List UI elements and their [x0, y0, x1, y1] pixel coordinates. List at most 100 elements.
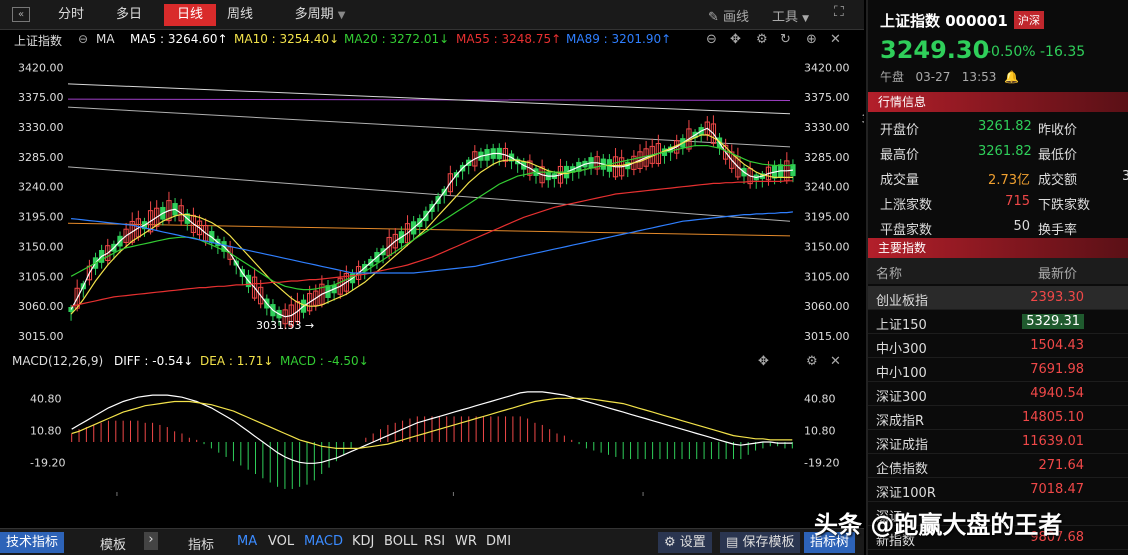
- gear-icon: ⚙: [664, 535, 676, 550]
- kline-chart-area: 上证指数 ⊖ MA MA5 : 3264.60↑ MA10 : 3254.40↓…: [0, 30, 864, 553]
- macd-y-tick-left: 10.80: [30, 424, 62, 437]
- template-button[interactable]: 模板: [100, 534, 126, 553]
- change-percent: -0.50%: [986, 44, 1036, 60]
- index-price: 14805.10: [1021, 410, 1084, 425]
- index-name: 创业板指: [876, 294, 929, 309]
- move-icon[interactable]: ✥: [758, 354, 769, 369]
- major-index-table-header: 名称 最新价: [868, 258, 1128, 284]
- index-row[interactable]: 企债指数 271.64: [868, 454, 1128, 478]
- tab-multi-period[interactable]: 多周期 ▼: [282, 4, 358, 26]
- fullscreen-icon[interactable]: ⛶: [834, 4, 844, 20]
- indicator-wr[interactable]: WR: [455, 534, 477, 549]
- market-info-label-2: 成交额: [1038, 173, 1078, 188]
- col-price: 最新价: [1038, 267, 1078, 282]
- indicator-label: 指标: [188, 538, 215, 553]
- market-info-row: 平盘家数 50 换手率: [868, 214, 1128, 239]
- annotation-label: 3342.86 →: [862, 112, 864, 125]
- macd-name: MACD(12,26,9): [12, 354, 104, 368]
- ma10-legend: MA10 : 3254.40↓: [234, 32, 340, 46]
- market-info-value: 3261.82: [978, 119, 1032, 134]
- index-price: 2393.30: [1030, 290, 1084, 305]
- legend-toggle-icon[interactable]: ⊖: [78, 32, 88, 46]
- annotation-label: 3031.53 →: [256, 319, 314, 332]
- tab-multi-day[interactable]: 多日: [104, 4, 154, 26]
- collapse-icon[interactable]: «: [12, 7, 30, 22]
- minus-circle-icon[interactable]: ⊖: [706, 32, 717, 47]
- indicator-ma[interactable]: MA: [237, 534, 257, 549]
- y-tick-label-right: 3105.00: [804, 270, 850, 283]
- bottom-toolbar: 技术指标 模板 › 指标 MA VOL MACD KDJ BOLL RSI WR…: [0, 528, 864, 555]
- indicator-dmi[interactable]: DMI: [486, 534, 511, 549]
- index-row[interactable]: 深成指R 14805.10: [868, 406, 1128, 430]
- gear-icon[interactable]: ⚙: [806, 354, 818, 369]
- y-tick-label-left: 3420.00: [18, 61, 64, 74]
- series-line-ma55: [70, 180, 793, 307]
- macd-y-tick-left: -19.20: [30, 456, 65, 469]
- market-info-label: 成交量: [880, 173, 920, 188]
- indicator-kdj[interactable]: KDJ: [352, 534, 374, 549]
- macd-y-tick-right: 10.80: [804, 424, 836, 437]
- plus-circle-icon[interactable]: ⊕: [806, 32, 817, 47]
- market-info-label-2: 最低价: [1038, 148, 1078, 163]
- move-icon[interactable]: ✥: [730, 32, 741, 47]
- refresh-icon[interactable]: ↻: [780, 32, 791, 47]
- index-row[interactable]: 上证150 5329.31: [868, 310, 1128, 334]
- tab-daily[interactable]: 日线: [164, 4, 216, 26]
- index-row[interactable]: 中小300 1504.43: [868, 334, 1128, 358]
- index-row[interactable]: 创业板指 2393.30: [868, 286, 1128, 310]
- y-tick-label-right: 3330.00: [804, 121, 850, 134]
- macd-value-legend: MACD : -4.50↓: [280, 354, 369, 368]
- y-tick-label-right: 3015.00: [804, 330, 850, 343]
- market-info-label-2: 下跌家数: [1038, 198, 1091, 213]
- date-label: 03-27: [915, 70, 951, 84]
- market-info-value: 2.73亿: [988, 173, 1030, 188]
- index-row[interactable]: 深证成指 11639.01: [868, 430, 1128, 454]
- market-info-label-2: 昨收价: [1038, 123, 1078, 138]
- top-toolbar: « 分时 多日 日线 周线 多周期 ▼ ✎ 画线 工具 ▼ ⛶: [0, 0, 864, 30]
- y-tick-label-left: 3015.00: [18, 330, 64, 343]
- market-info-label-2: 换手率: [1038, 223, 1078, 238]
- major-index-header: 主要指数: [868, 238, 1128, 258]
- indicator-macd[interactable]: MACD: [304, 534, 343, 549]
- tab-weekly[interactable]: 周线: [218, 4, 262, 26]
- save-template-button[interactable]: ▤ 保存模板: [720, 532, 801, 553]
- index-name: 深证300: [876, 390, 927, 405]
- index-name: 上证指数: [14, 34, 63, 48]
- indicator-boll[interactable]: BOLL: [384, 534, 417, 549]
- indicator-name[interactable]: MA: [96, 32, 115, 46]
- indicator-vol[interactable]: VOL: [268, 534, 294, 549]
- macd-legend: MACD(12,26,9) DIFF : -0.54↓ DEA : 1.71↓ …: [0, 352, 860, 372]
- index-name: 深成指R: [876, 414, 925, 429]
- index-name: 企债指数: [876, 462, 929, 477]
- chevron-right-icon[interactable]: ›: [144, 532, 158, 550]
- y-tick-label-right: 3060.00: [804, 300, 850, 313]
- bell-icon[interactable]: 🔔: [1000, 70, 1019, 84]
- index-row[interactable]: 中小100 7691.98: [868, 358, 1128, 382]
- time-label: 13:53: [961, 70, 997, 84]
- market-info-row: 成交量 2.73亿 成交额 3: [868, 164, 1128, 189]
- gear-icon[interactable]: ⚙: [756, 32, 768, 47]
- y-tick-label-left: 3060.00: [18, 300, 64, 313]
- market-info-label: 最高价: [880, 148, 920, 163]
- close-icon[interactable]: ✕: [830, 354, 841, 369]
- draw-line-button[interactable]: ✎ 画线: [708, 6, 749, 25]
- index-price: 5329.31: [1022, 314, 1084, 329]
- y-tick-label-left: 3330.00: [18, 121, 64, 134]
- index-price: 1504.43: [1030, 338, 1084, 353]
- market-info-row: 上涨家数 715 下跌家数: [868, 189, 1128, 214]
- market-info-row: 最高价 3261.82 最低价: [868, 139, 1128, 164]
- chevron-down-icon: ▼: [802, 14, 810, 24]
- tech-indicator-tab[interactable]: 技术指标: [0, 532, 65, 553]
- settings-button[interactable]: ⚙ 设置: [658, 532, 712, 553]
- quote-panel: 上证指数 000001 沪深 3249.30 -0.50% -16.35 午盘 …: [866, 0, 1128, 555]
- index-row[interactable]: 深证300 4940.54: [868, 382, 1128, 406]
- long-ma-line-purple: [67, 98, 791, 101]
- tools-button[interactable]: 工具 ▼: [772, 6, 809, 25]
- index-row[interactable]: 深证100R 7018.47: [868, 478, 1128, 502]
- last-price: 3249.30: [880, 36, 990, 64]
- tab-minute[interactable]: 分时: [46, 4, 96, 26]
- pencil-icon: ✎: [708, 10, 719, 25]
- close-icon[interactable]: ✕: [830, 32, 841, 47]
- indicator-rsi[interactable]: RSI: [424, 534, 445, 549]
- macd-y-tick-left: 40.80: [30, 392, 62, 405]
